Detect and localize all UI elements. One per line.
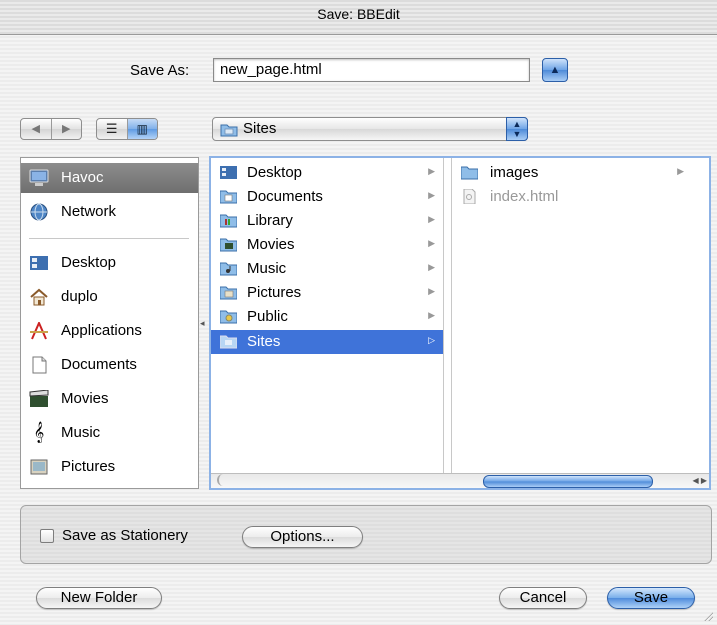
sidebar-item-label: Movies [61, 390, 109, 407]
column-item-index-html: index.html [452, 185, 692, 209]
column-item-label: Music [247, 260, 287, 277]
computer-icon [29, 169, 49, 186]
stationery-label[interactable]: Save as Stationery [62, 527, 188, 544]
scrollbar-track-start [217, 474, 229, 486]
collapse-dialog-button[interactable]: ▲ [542, 58, 568, 82]
scrollbar-thumb[interactable] [483, 475, 653, 488]
column-item-desktop[interactable]: Desktop ▶ [211, 161, 443, 185]
sites-folder-icon [220, 124, 238, 137]
sidebar-item-desktop[interactable]: Desktop [21, 248, 198, 278]
popup-updown-arrow-icon: ▲ ▼ [506, 117, 528, 141]
disclosure-arrow-icon: ▶ [428, 286, 435, 296]
column-item-library[interactable]: Library ▶ [211, 209, 443, 233]
column-item-public[interactable]: Public ▶ [211, 305, 443, 329]
back-arrow-icon[interactable]: ◀ [21, 119, 51, 139]
disclosure-arrow-icon: ▶ [428, 262, 435, 272]
home-icon [30, 288, 48, 306]
music-folder-icon [220, 262, 237, 276]
sidebar-item-movies[interactable]: Movies [21, 384, 198, 414]
documents-icon [32, 356, 47, 374]
sidebar-item-music[interactable]: 𝄞 Music [21, 418, 198, 448]
location-popup[interactable]: Sites ▲ ▼ [212, 117, 528, 141]
applications-icon [30, 322, 48, 340]
sidebar-item-network[interactable]: Network [21, 197, 198, 227]
sidebar-item-applications[interactable]: Applications [21, 316, 198, 346]
column-item-label: Movies [247, 236, 295, 253]
folder-icon [461, 166, 478, 180]
movies-folder-icon [220, 238, 237, 252]
column-item-label: images [490, 164, 539, 181]
network-globe-icon [30, 203, 48, 221]
column-item-label: Public [247, 308, 288, 325]
sidebar-item-documents[interactable]: Documents [21, 350, 198, 380]
library-folder-icon [220, 214, 237, 228]
resize-grip-icon[interactable] [703, 611, 713, 621]
sidebar: Havoc Network Desktop duplo Applications [20, 157, 199, 489]
disclosure-arrow-icon: ▶ [428, 238, 435, 248]
sidebar-item-label: Documents [61, 356, 137, 373]
location-popup-label: Sites [243, 120, 277, 137]
sidebar-item-pictures[interactable]: Pictures [21, 452, 198, 482]
documents-folder-icon [220, 190, 237, 204]
back-forward-control[interactable]: ◀ ▶ [20, 118, 82, 140]
sidebar-item-duplo[interactable]: duplo [21, 282, 198, 312]
column-item-label: index.html [490, 188, 559, 205]
sidebar-item-havoc[interactable]: Havoc [21, 163, 198, 193]
list-view-icon[interactable]: ☰ [97, 119, 127, 139]
column-item-music[interactable]: Music ▶ [211, 257, 443, 281]
window-title-bar[interactable]: Save: BBEdit [0, 0, 717, 35]
browser-column-2: images ▶ index.html [451, 158, 692, 476]
cancel-button[interactable]: Cancel [499, 587, 587, 609]
desktop-folder-icon [30, 256, 48, 270]
view-mode-control[interactable]: ☰ ▥ [96, 118, 158, 140]
column-item-movies[interactable]: Movies ▶ [211, 233, 443, 257]
split-view-handle[interactable]: ◂ [200, 318, 205, 329]
sidebar-item-label: Network [61, 203, 117, 220]
new-folder-button[interactable]: New Folder [36, 587, 162, 609]
save-button[interactable]: Save [607, 587, 695, 609]
disclosure-arrow-icon: ▶ [677, 166, 684, 176]
sidebar-item-label: Music [61, 424, 101, 441]
column-item-label: Pictures [247, 284, 302, 301]
column-item-pictures[interactable]: Pictures ▶ [211, 281, 443, 305]
desktop-folder-icon [220, 166, 237, 179]
sidebar-item-label: Havoc [61, 169, 104, 186]
sites-folder-icon [220, 335, 237, 349]
horizontal-scrollbar[interactable]: ◀ ▶ [211, 473, 709, 488]
sidebar-divider [29, 238, 189, 239]
column-item-label: Desktop [247, 164, 303, 181]
disclosure-arrow-icon: ▶ [428, 166, 435, 176]
column-item-sites[interactable]: Sites ▷ [211, 330, 443, 354]
sidebar-item-label: Desktop [61, 254, 117, 271]
music-note-icon: 𝄞 [33, 422, 45, 443]
column-browser: Desktop ▶ Documents ▶ Library ▶ Movies ▶… [209, 156, 711, 490]
filename-input[interactable]: new_page.html [213, 58, 530, 82]
sidebar-item-label: Pictures [61, 458, 116, 475]
stationery-checkbox[interactable] [40, 529, 54, 543]
window-title: Save: BBEdit [317, 6, 400, 22]
disclosure-arrow-icon: ▶ [428, 310, 435, 320]
browser-column-1: Desktop ▶ Documents ▶ Library ▶ Movies ▶… [211, 158, 444, 476]
pictures-folder-icon [220, 286, 237, 300]
triangle-up-icon: ▲ [549, 64, 561, 76]
disclosure-arrow-icon: ▷ [428, 335, 435, 345]
save-as-label: Save As: [130, 62, 190, 79]
disclosure-arrow-icon: ▶ [428, 190, 435, 200]
column-item-documents[interactable]: Documents ▶ [211, 185, 443, 209]
column-item-label: Documents [247, 188, 323, 205]
column-item-label: Sites [247, 333, 281, 350]
options-button[interactable]: Options... [242, 526, 363, 548]
pictures-icon [30, 459, 48, 475]
html-file-icon [463, 189, 476, 204]
disclosure-arrow-icon: ▶ [428, 214, 435, 224]
sidebar-item-label: Applications [61, 322, 142, 339]
column-item-images[interactable]: images ▶ [452, 161, 692, 185]
movies-clapper-icon [29, 390, 49, 407]
sidebar-item-label: duplo [61, 288, 98, 305]
public-folder-icon [220, 310, 237, 324]
column-item-label: Library [247, 212, 293, 229]
column-view-icon[interactable]: ▥ [126, 119, 157, 139]
forward-arrow-icon[interactable]: ▶ [50, 119, 82, 139]
scroll-arrows-icon[interactable]: ◀ ▶ [692, 474, 707, 487]
